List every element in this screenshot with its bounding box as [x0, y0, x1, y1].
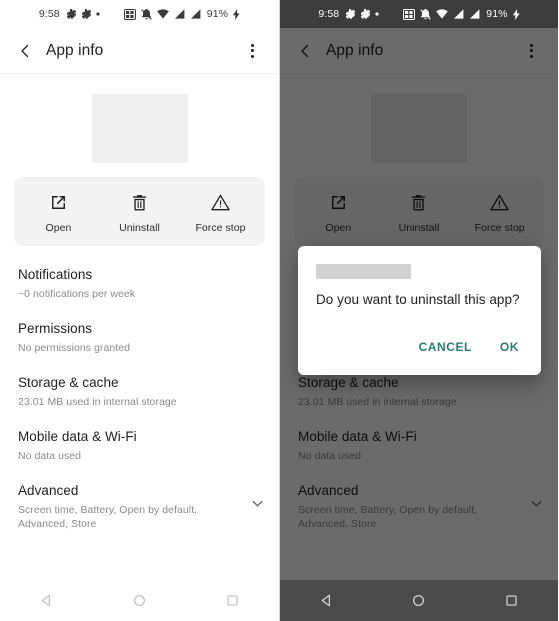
dialog-message: Do you want to uninstall this app? [316, 292, 520, 307]
nav-bar-right [280, 580, 558, 621]
nav-home-button[interactable] [397, 580, 441, 621]
dot-icon [96, 12, 100, 16]
recents-square-icon [227, 595, 238, 606]
phone-screen-left: 9:58 91% App info Open Uninstall Force s… [0, 0, 279, 621]
more-vert-icon [250, 54, 254, 58]
row-title: Storage & cache [18, 375, 119, 391]
settings-rows-left: Notifications ~0 notifications per week … [0, 246, 279, 540]
overflow-menu-button[interactable] [239, 38, 265, 64]
uninstall-button-label: Uninstall [119, 222, 160, 234]
back-triangle-icon [321, 594, 330, 607]
open-button[interactable]: Open [18, 191, 98, 234]
page-title: App info [46, 41, 104, 59]
open-button-label: Open [45, 222, 72, 234]
accessibility-icon [360, 9, 371, 19]
charging-bolt-icon [233, 8, 240, 20]
settings-row-notifications[interactable]: Notifications ~0 notifications per week [0, 256, 279, 310]
status-bar-time: 9:58 [38, 8, 60, 20]
nav-recents-button[interactable] [211, 580, 255, 621]
settings-row-advanced[interactable]: Advanced Screen time, Battery, Open by d… [0, 472, 279, 540]
notifications-muted-icon [420, 8, 432, 20]
accessibility-icon [81, 9, 91, 19]
signal-bars-icon [469, 9, 480, 19]
quick-actions-card: Open Uninstall Force stop [14, 177, 265, 246]
row-title: Advanced [18, 483, 79, 499]
battery-percent-label: 91% [486, 8, 508, 20]
dialog-cancel-button[interactable]: CANCEL [409, 333, 482, 361]
force-stop-button[interactable]: Force stop [180, 191, 260, 234]
dual-screenshot-stage: 9:58 91% App info Open Uninstall Force s… [0, 0, 559, 621]
screen-record-icon [403, 8, 416, 20]
back-triangle-icon [41, 594, 50, 607]
signal-bars-icon [174, 9, 185, 19]
chevron-left-icon [21, 44, 29, 57]
more-vert-icon [250, 49, 254, 52]
notifications-muted-icon [140, 8, 152, 20]
row-subtitle: ~0 notifications per week [18, 287, 136, 300]
charging-bolt-icon [512, 8, 520, 20]
dialog-title-redacted [316, 264, 411, 279]
status-bar-right: 9:58 91% [280, 0, 558, 28]
nav-bar-left [0, 580, 279, 621]
nav-back-button[interactable] [25, 580, 69, 621]
uninstall-confirmation-dialog: Do you want to uninstall this app? CANCE… [298, 246, 541, 375]
settings-row-mobile-data-wifi[interactable]: Mobile data & Wi-Fi No data used [0, 418, 279, 472]
trash-icon [130, 191, 149, 213]
warning-triangle-icon [211, 191, 230, 213]
app-info-scroll-body-left[interactable]: Open Uninstall Force stop Notifications … [0, 74, 279, 580]
row-title: Mobile data & Wi-Fi [18, 429, 137, 445]
chevron-down-icon[interactable] [250, 496, 265, 516]
signal-bars-icon [453, 9, 464, 19]
home-circle-icon [134, 595, 145, 606]
status-bar-time: 9:58 [318, 8, 340, 20]
open-in-new-icon [49, 191, 68, 213]
settings-row-storage-cache[interactable]: Storage & cache 23.01 MB used in interna… [0, 364, 279, 418]
dialog-ok-button[interactable]: OK [490, 333, 529, 361]
back-button[interactable] [12, 38, 38, 64]
dialog-actions: CANCEL OK [298, 309, 541, 365]
app-icon-redacted [91, 94, 188, 163]
status-bar-left: 9:58 91% [0, 0, 279, 28]
quick-actions-wrap: Open Uninstall Force stop [0, 177, 279, 246]
more-vert-icon [250, 43, 254, 47]
home-circle-icon [413, 595, 425, 606]
row-title: Notifications [18, 267, 93, 282]
dot-icon [375, 12, 379, 16]
signal-bars-icon [190, 9, 201, 19]
row-subtitle: 23.01 MB used in internal storage [18, 395, 177, 408]
wifi-icon [436, 9, 449, 19]
force-stop-button-label: Force stop [195, 222, 246, 234]
accessibility-icon [66, 9, 76, 19]
screen-record-icon [123, 8, 136, 20]
wifi-icon [156, 9, 169, 19]
accessibility-icon [345, 9, 356, 19]
app-bar-left: App info [0, 28, 279, 74]
uninstall-button[interactable]: Uninstall [99, 191, 179, 234]
recents-square-icon [506, 595, 517, 606]
nav-home-button[interactable] [118, 580, 162, 621]
app-icon-hero [0, 74, 279, 177]
nav-recents-button[interactable] [490, 580, 534, 621]
row-subtitle: Screen time, Battery, Open by default, A… [18, 504, 198, 531]
settings-row-permissions[interactable]: Permissions No permissions granted [0, 310, 279, 364]
battery-percent-label: 91% [206, 8, 229, 20]
row-subtitle: No permissions granted [18, 341, 130, 354]
phone-screen-right: 9:58 91% Do you want to uninstall this a… [279, 0, 558, 621]
row-subtitle: No data used [18, 450, 82, 463]
row-title: Permissions [18, 321, 93, 337]
nav-back-button[interactable] [304, 580, 348, 621]
